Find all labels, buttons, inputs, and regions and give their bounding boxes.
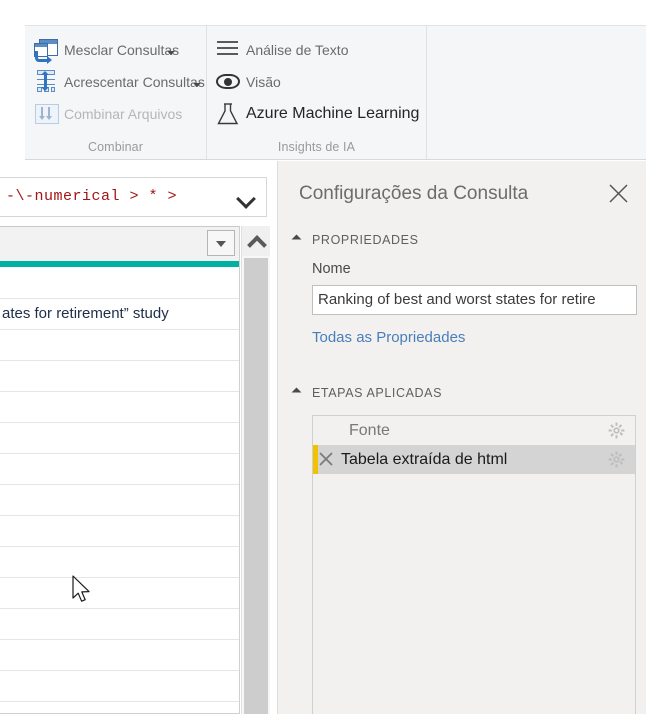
vision-button[interactable]: Visão <box>215 68 281 96</box>
query-name-input[interactable]: Ranking of best and worst states for ret… <box>312 285 637 315</box>
table-row[interactable] <box>0 391 239 423</box>
table-row[interactable] <box>0 608 239 640</box>
combine-files-label: Combinar Arquivos <box>64 106 183 122</box>
merge-queries-button[interactable]: Mesclar Consultas <box>33 36 179 64</box>
append-queries-button[interactable]: Acrescentar Consultas <box>33 68 205 96</box>
power-query-editor-screen: Mesclar Consultas Acrescentar Consultas … <box>0 0 646 714</box>
gear-icon[interactable] <box>608 422 625 439</box>
table-row[interactable] <box>0 546 239 578</box>
close-icon[interactable] <box>606 181 632 207</box>
table-row[interactable] <box>0 639 239 671</box>
merge-queries-label: Mesclar Consultas <box>64 42 180 58</box>
formula-text: -\-numerical > * > <box>6 188 178 205</box>
applied-steps-section-heading: ETAPAS APLICADAS <box>312 386 443 400</box>
chevron-down-icon[interactable] <box>234 186 260 210</box>
applied-step-item[interactable]: Fonte <box>313 416 635 445</box>
applied-step-item[interactable]: Tabela extraída de html <box>313 445 635 474</box>
ribbon-group-empty <box>427 26 646 159</box>
properties-section-heading: PROPRIEDADES <box>312 233 419 247</box>
grid-column-header[interactable] <box>0 227 239 262</box>
ribbon: Mesclar Consultas Acrescentar Consultas … <box>25 25 646 160</box>
formula-bar[interactable]: -\-numerical > * > <box>0 177 267 217</box>
ribbon-group-title-combinar: Combinar <box>88 140 143 154</box>
table-row[interactable] <box>0 515 239 547</box>
azure-machine-learning-button[interactable]: Azure Machine Learning <box>215 100 419 128</box>
vision-label: Visão <box>246 74 281 90</box>
table-cell: ates for retirement” study <box>2 305 169 322</box>
combine-files-button: Combinar Arquivos <box>33 100 182 128</box>
ribbon-group-title-insights-de-ia: Insights de IA <box>277 140 356 154</box>
table-row[interactable]: ates for retirement” study <box>0 298 239 330</box>
filter-dropdown-icon[interactable] <box>207 230 235 256</box>
applied-steps-expander-icon[interactable] <box>291 387 302 398</box>
query-settings-panel: Configurações da Consulta PROPRIEDADES N… <box>277 161 646 714</box>
text-analytics-icon <box>215 38 241 62</box>
append-queries-icon <box>33 70 59 94</box>
chevron-down-icon[interactable] <box>167 51 176 55</box>
table-row[interactable] <box>0 701 239 713</box>
gear-icon[interactable] <box>608 451 625 468</box>
applied-step-label: Tabela extraída de html <box>341 450 508 468</box>
vision-eye-icon <box>215 70 241 94</box>
name-label: Nome <box>312 261 351 277</box>
applied-step-label: Fonte <box>349 421 390 439</box>
ribbon-group-insights-de-ia: Análise de Texto Visão Azure Machine Lea… <box>207 26 427 159</box>
table-row[interactable] <box>0 577 239 609</box>
table-row[interactable] <box>0 484 239 516</box>
table-row[interactable] <box>0 422 239 454</box>
table-row[interactable] <box>0 329 239 361</box>
table-row[interactable] <box>0 670 239 702</box>
scrollbar-thumb[interactable] <box>244 258 268 714</box>
combine-files-icon <box>33 102 59 126</box>
chevron-up-icon[interactable] <box>242 226 270 256</box>
ribbon-group-combinar: Mesclar Consultas Acrescentar Consultas … <box>25 26 207 159</box>
table-row[interactable] <box>0 453 239 485</box>
chevron-down-icon[interactable] <box>192 83 201 87</box>
text-analytics-label: Análise de Texto <box>246 42 349 58</box>
grid-vertical-scrollbar[interactable] <box>241 226 270 714</box>
grid-rows: ates for retirement” study <box>0 267 239 713</box>
merge-queries-icon <box>33 38 59 64</box>
data-preview-grid: ates for retirement” study <box>0 226 240 714</box>
azure-machine-learning-label: Azure Machine Learning <box>246 105 420 122</box>
text-analytics-button[interactable]: Análise de Texto <box>215 36 348 64</box>
applied-steps-list: Fonte Tabela extraída de html <box>312 415 636 714</box>
all-properties-link[interactable]: Todas as Propriedades <box>312 329 465 346</box>
azure-ml-flask-icon <box>215 102 241 126</box>
table-row[interactable] <box>0 360 239 392</box>
table-row[interactable] <box>0 267 239 299</box>
append-queries-label: Acrescentar Consultas <box>64 74 205 90</box>
x-icon[interactable] <box>313 451 339 469</box>
query-settings-title: Configurações da Consulta <box>299 183 529 204</box>
properties-expander-icon[interactable] <box>291 234 302 245</box>
